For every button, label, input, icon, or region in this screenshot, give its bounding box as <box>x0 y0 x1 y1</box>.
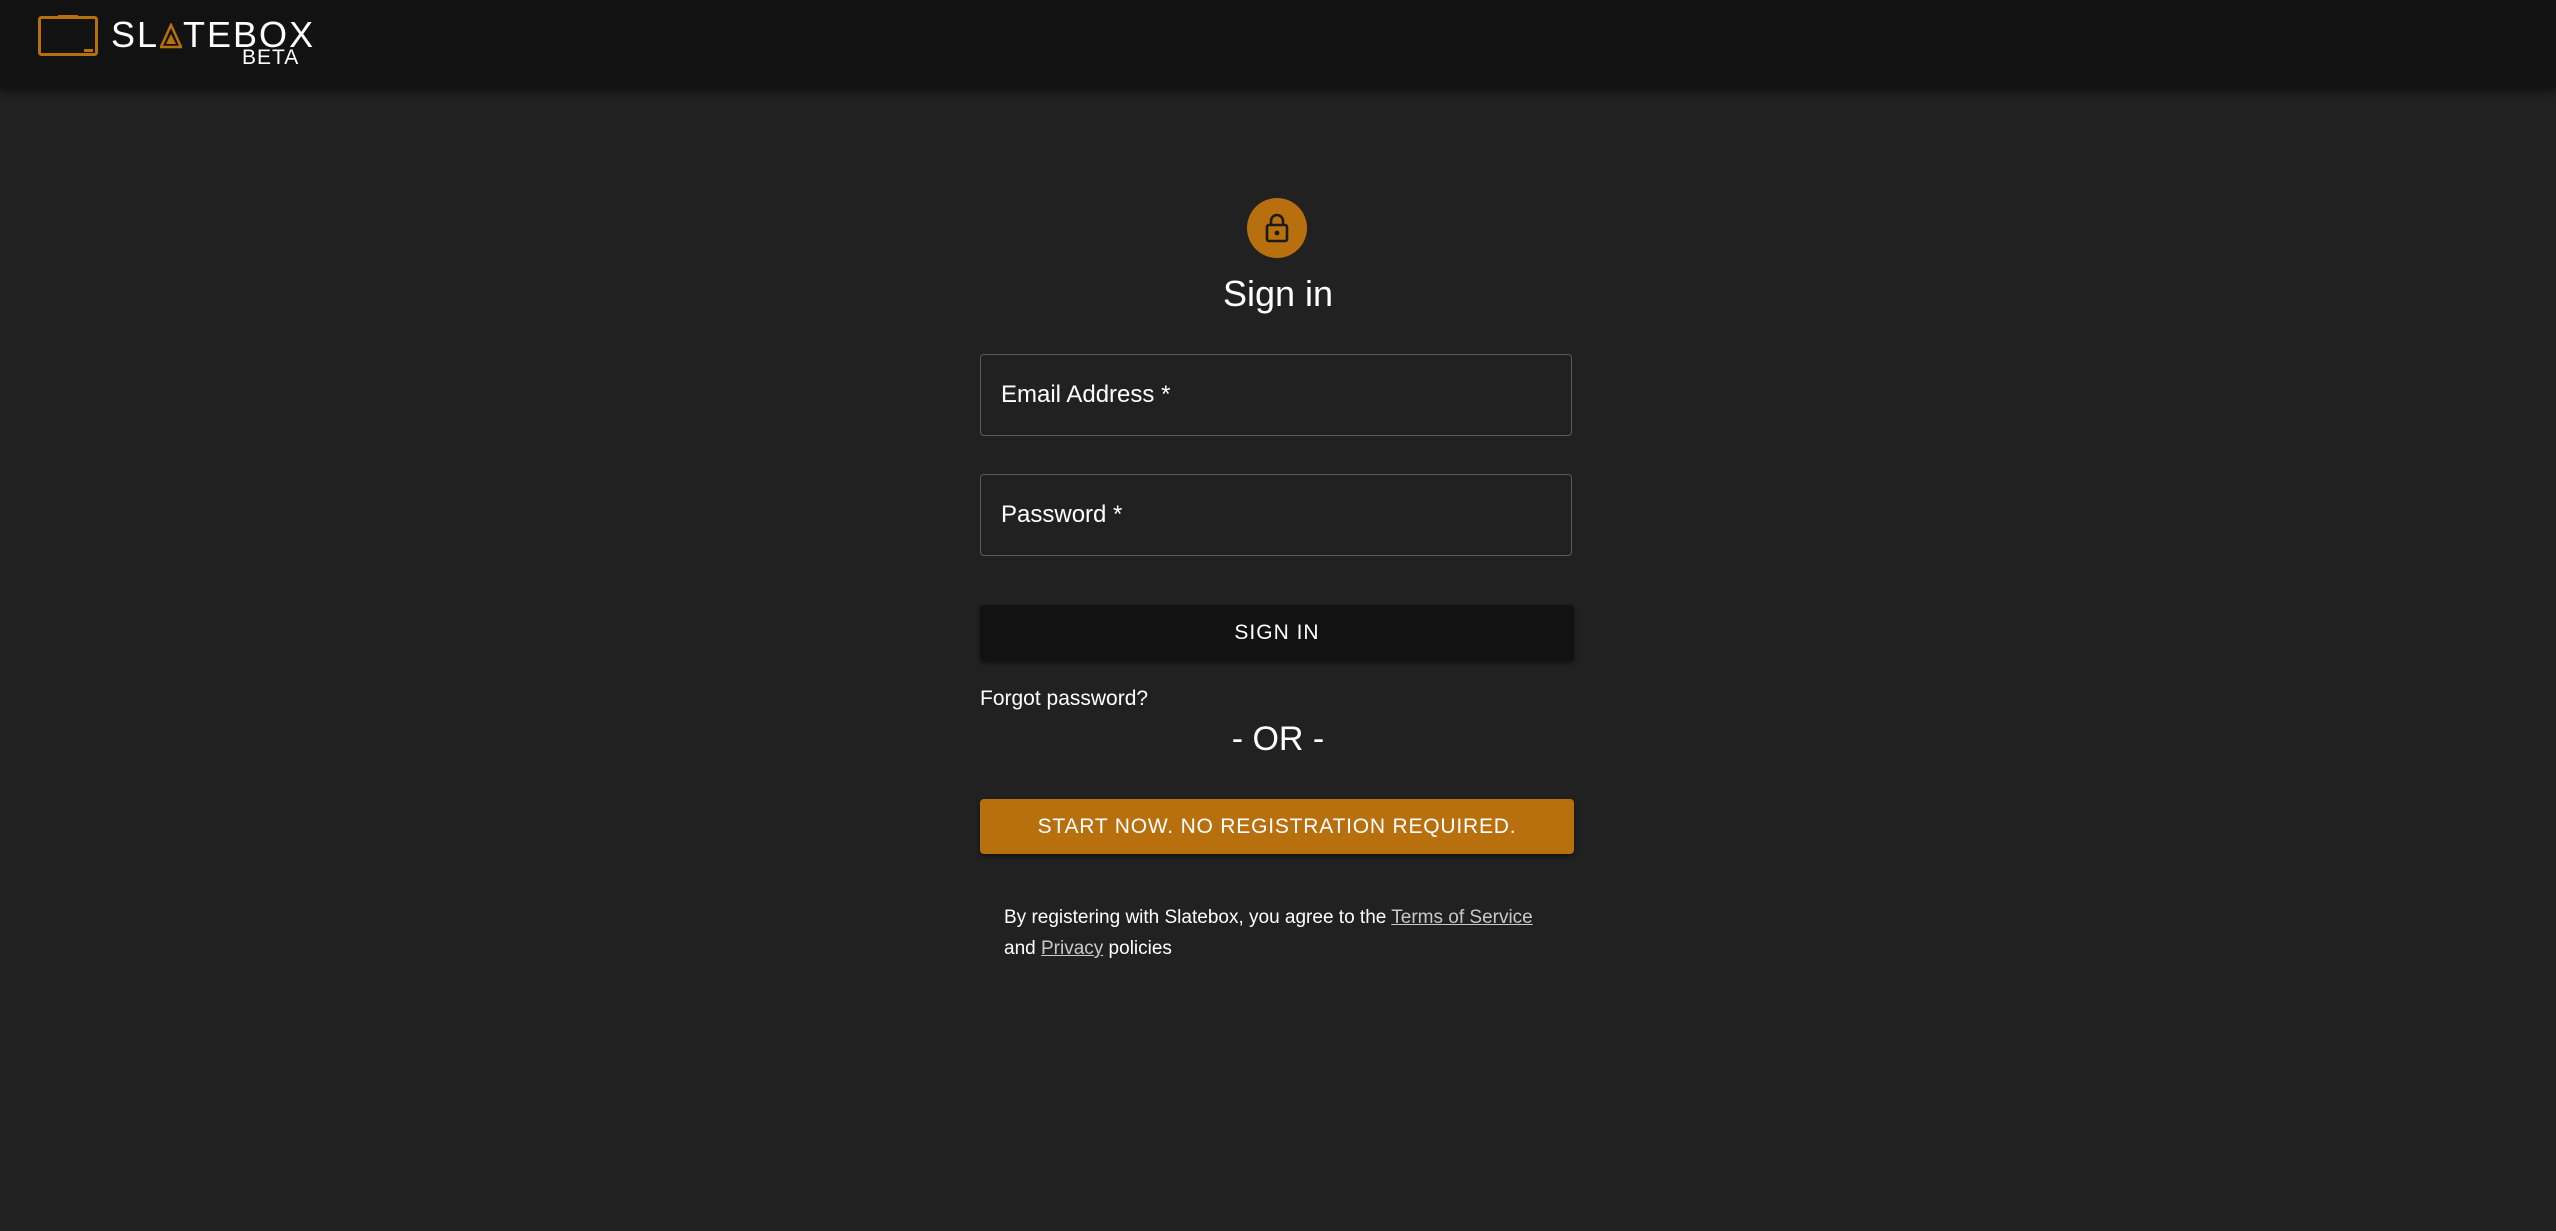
terms-prefix: By registering with Slatebox, you agree … <box>1004 907 1392 928</box>
privacy-link[interactable]: Privacy <box>1041 938 1103 959</box>
slatebox-logo[interactable]: SL TEBOX BETA <box>38 13 313 73</box>
page-title: Sign in <box>1222 273 1334 314</box>
logo-beta-badge: BETA <box>242 46 300 69</box>
app-header: SL TEBOX BETA <box>0 0 2556 88</box>
password-input[interactable] <box>981 475 1571 555</box>
slatebox-logo-icon <box>38 15 98 56</box>
or-divider: - OR - <box>1231 720 1325 758</box>
logo-word-left: SL <box>111 14 160 55</box>
terms-notice: By registering with Slatebox, you agree … <box>1004 902 1564 964</box>
terms-of-service-link[interactable]: Terms of Service <box>1391 907 1532 928</box>
terms-suffix: policies <box>1103 938 1172 959</box>
lock-icon <box>1265 213 1289 243</box>
terms-middle: and <box>1004 938 1041 959</box>
email-field[interactable]: Email Address * <box>980 354 1572 436</box>
forgot-password-link[interactable]: Forgot password? <box>980 686 1148 712</box>
email-input[interactable] <box>981 355 1571 435</box>
password-field[interactable]: Password * <box>980 474 1572 556</box>
start-now-button[interactable]: START NOW. NO REGISTRATION REQUIRED. <box>980 799 1574 854</box>
logo-triangle-icon <box>160 23 183 49</box>
lock-avatar <box>1247 198 1307 258</box>
sign-in-button[interactable]: SIGN IN <box>980 605 1574 661</box>
